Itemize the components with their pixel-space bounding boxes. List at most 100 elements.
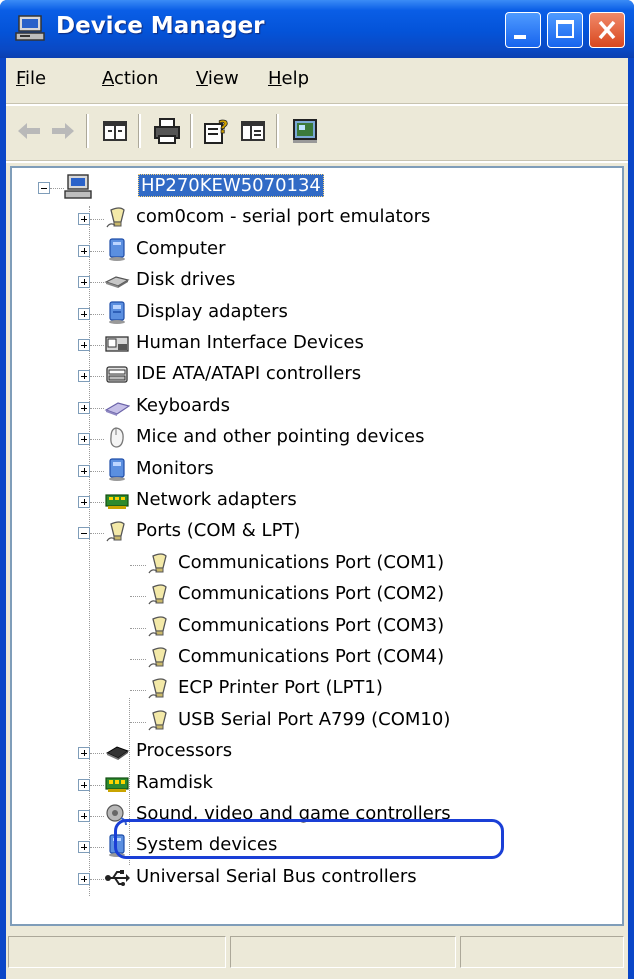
port-icon [106, 207, 125, 228]
tree-connector [130, 690, 146, 692]
tree-connector [90, 533, 104, 535]
maximize-button[interactable] [547, 12, 583, 48]
tree-root[interactable]: HP270KEW5070134 [12, 172, 612, 202]
scan-hardware-icon[interactable] [290, 116, 320, 146]
tree-device-label: Communications Port (COM3) [178, 614, 445, 636]
minimize-button[interactable] [505, 12, 541, 48]
tree-category[interactable]: Keyboards [12, 392, 612, 422]
properties-icon[interactable] [238, 116, 268, 146]
tree-category[interactable]: Disk drives [12, 266, 612, 296]
tree-category[interactable]: Network adapters [12, 486, 612, 516]
tree-device[interactable]: Communications Port (COM1) [12, 549, 612, 579]
tree-connector [90, 345, 104, 347]
highlight-circle [114, 819, 504, 859]
expand-icon[interactable] [78, 244, 90, 257]
display-icon [109, 300, 125, 324]
device-tree[interactable]: HP270KEW5070134 com0com - serial port em… [10, 166, 624, 926]
tree-connector [130, 721, 146, 724]
tree-device[interactable]: USB Serial Port A799 (COM10) [12, 706, 612, 736]
tree-category[interactable]: Human Interface Devices [12, 329, 612, 359]
collapse-icon[interactable] [38, 182, 50, 194]
tree-category-label: Keyboards [136, 394, 230, 416]
tree-category[interactable]: Display adapters [12, 298, 612, 328]
tree-connector [90, 376, 104, 378]
collapse-icon[interactable] [78, 527, 90, 540]
expand-icon[interactable] [78, 307, 90, 320]
computer-name[interactable]: HP270KEW5070134 [138, 174, 324, 197]
tree-connector [90, 753, 104, 755]
tree-connector [90, 439, 104, 441]
menu-action[interactable]: Action [102, 68, 158, 89]
toolbar-separator [86, 114, 89, 148]
tree-category[interactable]: com0com - serial port emulators [12, 203, 612, 233]
tree-connector [90, 878, 104, 881]
expand-icon[interactable] [78, 747, 90, 760]
port-icon [148, 710, 167, 731]
device-manager-icon [15, 15, 45, 41]
forward-arrow-icon[interactable] [48, 116, 78, 146]
close-button[interactable] [589, 12, 625, 48]
tree-device[interactable]: Communications Port (COM2) [12, 580, 612, 610]
tree-category[interactable]: Processors [12, 737, 612, 767]
toolbar-separator [190, 114, 193, 148]
expand-icon[interactable] [78, 401, 90, 414]
tree-device-label: Communications Port (COM1) [178, 551, 445, 573]
status-bar [8, 928, 626, 972]
tree-category-label: Computer [136, 237, 226, 259]
tree-category-label: Processors [136, 740, 233, 762]
print-icon[interactable] [152, 116, 182, 146]
tree-connector [130, 627, 146, 630]
expand-icon[interactable] [78, 778, 90, 791]
menu-file[interactable]: File [16, 68, 46, 89]
expand-icon[interactable] [78, 464, 90, 477]
expand-icon[interactable] [78, 810, 90, 822]
expand-icon[interactable] [78, 370, 90, 383]
tree-connector [90, 784, 104, 787]
tree-connector [130, 596, 146, 598]
tree-category[interactable]: Monitors [12, 455, 612, 485]
tree-category[interactable]: Universal Serial Bus controllers [12, 863, 612, 893]
tree-category[interactable]: IDE ATA/ATAPI controllers [12, 360, 612, 390]
ram-icon [105, 776, 129, 792]
client-area: File Action View Help ? HP270KEW5070134 … [6, 58, 628, 979]
port-icon [148, 647, 167, 668]
keyboard-icon [104, 402, 130, 416]
menu-view[interactable]: View [196, 68, 239, 89]
tree-device[interactable]: ECP Printer Port (LPT1) [12, 674, 612, 704]
tree-category-label: Disk drives [136, 269, 236, 291]
tree-device-label: USB Serial Port A799 (COM10) [178, 708, 451, 730]
help-icon[interactable]: ? [202, 116, 232, 146]
tree-category[interactable]: Mice and other pointing devices [12, 423, 612, 453]
tree-device[interactable]: Communications Port (COM4) [12, 643, 612, 673]
tree-device[interactable]: Communications Port (COM3) [12, 612, 612, 642]
expand-icon[interactable] [78, 872, 90, 885]
expand-icon[interactable] [78, 433, 90, 446]
tree-connector [50, 188, 64, 190]
title-bar[interactable]: Device Manager [0, 0, 634, 58]
back-arrow-icon[interactable] [14, 116, 44, 146]
expand-icon[interactable] [78, 213, 90, 226]
computer-icon [64, 174, 92, 199]
tree-category-label: Ramdisk [136, 771, 213, 793]
show-hide-console-tree-icon[interactable] [100, 116, 130, 146]
disk-drive-icon [104, 276, 130, 289]
port-icon [148, 553, 167, 574]
port-icon [148, 678, 167, 699]
tree-category[interactable]: Ramdisk [12, 769, 612, 799]
tree-device-label: Communications Port (COM2) [178, 583, 445, 605]
expand-icon[interactable] [78, 496, 90, 508]
tree-category[interactable]: Computer [12, 235, 612, 265]
tree-connector [90, 847, 104, 849]
menu-help[interactable]: Help [268, 68, 309, 89]
toolbar-separator-line [6, 160, 628, 163]
status-pane [460, 936, 624, 968]
expand-icon[interactable] [78, 339, 90, 351]
tree-category[interactable]: Ports (COM & LPT) [12, 517, 612, 547]
mouse-icon [110, 427, 124, 448]
close-icon [598, 20, 616, 40]
tree-connector [90, 219, 104, 221]
tree-device-label: ECP Printer Port (LPT1) [178, 677, 383, 699]
monitor-icon [109, 457, 125, 481]
expand-icon[interactable] [78, 841, 90, 854]
expand-icon[interactable] [78, 276, 90, 289]
